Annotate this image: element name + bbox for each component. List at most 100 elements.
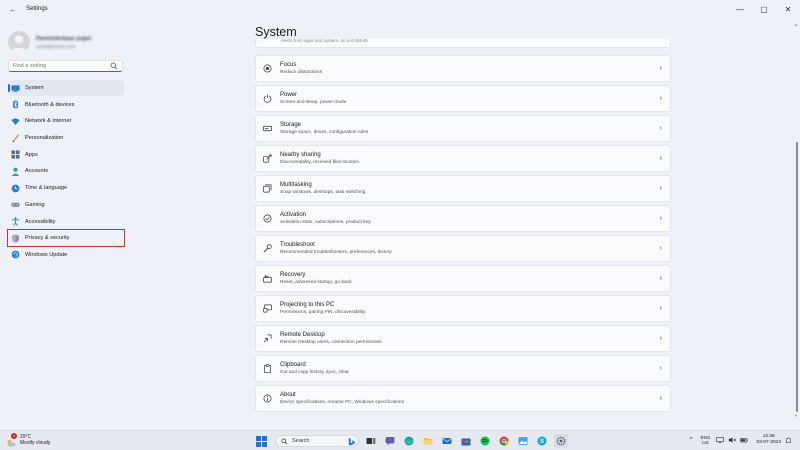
sidebar-item-accessibility[interactable]: Accessibility [8, 214, 124, 230]
chevron-right-icon: › [659, 365, 662, 372]
sidebar-item-time-language[interactable]: Time & language [8, 180, 124, 196]
globe-clock-icon [11, 184, 20, 193]
user-email: xxxxx@xxxxxx.com [36, 43, 76, 49]
card-clipboard[interactable]: Clipboard Cut and copy history, sync, cle… [255, 355, 671, 382]
taskbar: 1 29°C Mostly cloudy Search S ^ ENG US 1… [0, 430, 800, 450]
card-troubleshoot[interactable]: Troubleshoot Recommended troubleshooters,… [255, 235, 671, 262]
store-icon[interactable] [459, 434, 473, 448]
back-arrow-icon[interactable]: ← [6, 5, 20, 14]
battery-icon[interactable] [740, 436, 749, 444]
scroll-up-icon[interactable]: ▲ [794, 22, 798, 27]
notifications-card-partial[interactable]: Alerts from apps and system, do not dist… [255, 39, 671, 48]
minimize-icon[interactable]: — [728, 0, 752, 18]
card-title: About [280, 392, 296, 398]
monitor-icon [11, 84, 20, 93]
photos-icon[interactable] [516, 434, 530, 448]
spotify-icon[interactable] [478, 434, 492, 448]
region-code: US [702, 440, 709, 445]
card-storage[interactable]: Storage Storage space, drives, configurat… [255, 115, 671, 142]
sidebar-item-system[interactable]: System [8, 80, 124, 96]
taskbar-apps: Search S [256, 433, 568, 449]
card-title: Projecting to this PC [280, 302, 335, 308]
sidebar-item-apps[interactable]: Apps [8, 147, 124, 163]
user-profile[interactable]: Parminderkaur pujari xxxxx@xxxxxx.com [0, 18, 130, 58]
find-setting-search[interactable]: Find a setting [8, 60, 123, 72]
bluetooth-icon [11, 100, 20, 109]
bing-icon [348, 437, 355, 446]
task-view-icon[interactable] [364, 434, 378, 448]
sidebar-item-personalization[interactable]: Personalization [8, 130, 124, 146]
volume-muted-icon[interactable] [728, 436, 737, 444]
svg-text:S: S [540, 439, 544, 445]
card-title: Clipboard [280, 362, 306, 368]
settings-cards: Focus Reduce distractions › Power Screen a… [255, 55, 671, 415]
main-content: System Alerts from apps and system, do n… [255, 18, 675, 430]
sidebar-item-label: Personalization [25, 135, 64, 142]
card-title: Power [280, 92, 298, 98]
sidebar-item-privacy-security[interactable]: Privacy & security [7, 229, 125, 248]
language-indicator[interactable]: ENG US [700, 435, 710, 446]
search-icon [281, 437, 288, 445]
close-icon[interactable]: ✕ [776, 0, 800, 18]
card-title: Storage [280, 122, 302, 128]
chrome-icon[interactable] [497, 434, 511, 448]
card-about[interactable]: About Device specifications, rename PC, W… [255, 385, 671, 412]
brush-icon [11, 134, 20, 143]
card-title: Troubleshoot [280, 242, 315, 248]
card-title: Activation [280, 212, 307, 218]
card-recovery[interactable]: Recovery Reset, advanced startup, go back… [255, 265, 671, 292]
settings-gear-icon[interactable] [554, 434, 568, 448]
search-icon[interactable] [110, 62, 118, 70]
vertical-scrollbar[interactable]: ▲ ▼ [794, 22, 798, 418]
wrench-icon [263, 244, 272, 253]
card-nearby-sharing[interactable]: Nearby sharing Discoverability, received … [255, 145, 671, 172]
sidebar-item-accounts[interactable]: Accounts [8, 163, 124, 179]
card-power[interactable]: Power Screen and sleep, power mode › [255, 85, 671, 112]
windows-start-icon[interactable] [256, 435, 267, 447]
card-remote-desktop[interactable]: Remote Desktop Remote Desktop users, conn… [255, 325, 671, 352]
card-multitasking[interactable]: Multitasking Snap windows, desktops, task… [255, 175, 671, 202]
mail-icon[interactable] [440, 434, 454, 448]
chevron-right-icon: › [659, 185, 662, 192]
weather-cloud-icon: 1 [6, 433, 17, 447]
chat-icon[interactable] [383, 434, 397, 448]
scroll-down-icon[interactable]: ▼ [794, 413, 798, 418]
scroll-thumb[interactable] [796, 142, 798, 412]
card-description: Recommended troubleshooters, preferences… [280, 250, 392, 255]
search-input[interactable]: Find a setting [13, 63, 46, 69]
person-silhouette-icon [11, 35, 27, 53]
notification-bell-icon[interactable] [785, 437, 792, 444]
sidebar-item-network[interactable]: Network & internet [8, 113, 124, 129]
card-description: Activation state, subscriptions, product… [280, 220, 371, 225]
share-icon [263, 154, 272, 163]
card-description: Discoverability, received files location [280, 160, 360, 165]
taskbar-search[interactable]: Search [275, 435, 359, 447]
card-title: Recovery [280, 272, 306, 278]
card-projecting[interactable]: Projecting to this PC Permissions, pairin… [255, 295, 671, 322]
shield-icon [11, 234, 20, 243]
file-explorer-icon[interactable] [421, 434, 435, 448]
card-description: Alerts from apps and system, do not dist… [281, 39, 368, 43]
chevron-right-icon: › [659, 155, 662, 162]
maximize-icon[interactable]: ▢ [752, 0, 776, 18]
sidebar-item-label: Apps [25, 151, 38, 158]
chevron-right-icon: › [659, 95, 662, 102]
chevron-up-icon[interactable]: ^ [690, 437, 693, 443]
sidebar-item-bluetooth[interactable]: Bluetooth & devices [8, 97, 124, 113]
update-icon [11, 250, 20, 259]
card-description: Remote Desktop users, connection permiss… [280, 340, 382, 345]
clock[interactable]: 12:28 03-07-2023 [756, 434, 781, 446]
card-activation[interactable]: Activation Activation state, subscription… [255, 205, 671, 232]
projector-icon [263, 304, 272, 313]
network-icon[interactable] [716, 436, 725, 444]
card-focus[interactable]: Focus Reduce distractions › [255, 55, 671, 82]
skype-icon[interactable]: S [535, 434, 549, 448]
card-title: Remote Desktop [280, 332, 325, 338]
sidebar-item-windows-update[interactable]: Windows Update [8, 247, 124, 263]
edge-icon[interactable] [402, 434, 416, 448]
card-title: Multitasking [280, 182, 312, 188]
sidebar-item-gaming[interactable]: Gaming [8, 197, 124, 213]
power-icon [263, 94, 272, 103]
chevron-right-icon: › [659, 245, 662, 252]
weather-widget[interactable]: 1 29°C Mostly cloudy [6, 433, 50, 447]
